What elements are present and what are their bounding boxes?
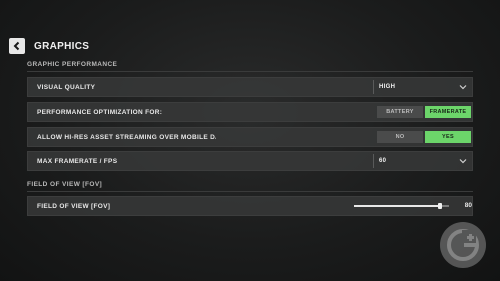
slider-thumb[interactable] <box>437 203 442 209</box>
max-framerate-dropdown[interactable]: 60 <box>373 154 471 168</box>
section-divider <box>27 191 473 192</box>
setting-row-performance-optimization: PERFORMANCE OPTIMIZATION FOR: BATTERY FR… <box>27 102 473 122</box>
setting-label: ALLOW HI-RES ASSET STREAMING OVER MOBILE… <box>37 133 216 141</box>
slider-value: 80 <box>464 202 472 209</box>
option-battery[interactable]: BATTERY <box>377 106 423 118</box>
chevron-left-icon <box>13 41 20 51</box>
slider-track[interactable] <box>354 205 449 207</box>
fov-slider[interactable]: 80 <box>354 199 472 213</box>
dropdown-value: 60 <box>379 158 387 164</box>
setting-label: FIELD OF VIEW [FOV] <box>37 202 111 210</box>
setting-row-fov: FIELD OF VIEW [FOV] 80 <box>27 196 473 216</box>
option-framerate[interactable]: FRAMERATE <box>425 106 471 118</box>
setting-row-max-framerate[interactable]: MAX FRAMERATE / FPS 60 <box>27 151 473 171</box>
page-header: GRAPHICS <box>9 37 89 55</box>
gamepad-logo-icon <box>447 229 479 261</box>
dropdown-value: HIGH <box>379 84 396 90</box>
section-divider <box>27 71 473 72</box>
slider-fill <box>354 205 440 207</box>
hi-res-streaming-toggle: NO YES <box>377 131 471 143</box>
section-heading-graphic-performance: GRAPHIC PERFORMANCE <box>27 61 118 68</box>
setting-label: MAX FRAMERATE / FPS <box>37 157 118 165</box>
chevron-down-icon <box>459 159 467 164</box>
page-title: GRAPHICS <box>34 40 90 52</box>
watermark-logo <box>440 222 486 268</box>
setting-label: VISUAL QUALITY <box>37 83 96 91</box>
option-yes[interactable]: YES <box>425 131 471 143</box>
setting-row-hi-res-streaming: ALLOW HI-RES ASSET STREAMING OVER MOBILE… <box>27 127 473 147</box>
section-heading-field-of-view: FIELD OF VIEW [FOV] <box>27 181 103 188</box>
setting-row-visual-quality[interactable]: VISUAL QUALITY HIGH <box>27 77 473 97</box>
chevron-down-icon <box>459 85 467 90</box>
setting-label: PERFORMANCE OPTIMIZATION FOR: <box>37 108 163 116</box>
option-no[interactable]: NO <box>377 131 423 143</box>
performance-optimization-toggle: BATTERY FRAMERATE <box>377 106 471 118</box>
back-button[interactable] <box>9 38 25 54</box>
visual-quality-dropdown[interactable]: HIGH <box>373 80 471 94</box>
